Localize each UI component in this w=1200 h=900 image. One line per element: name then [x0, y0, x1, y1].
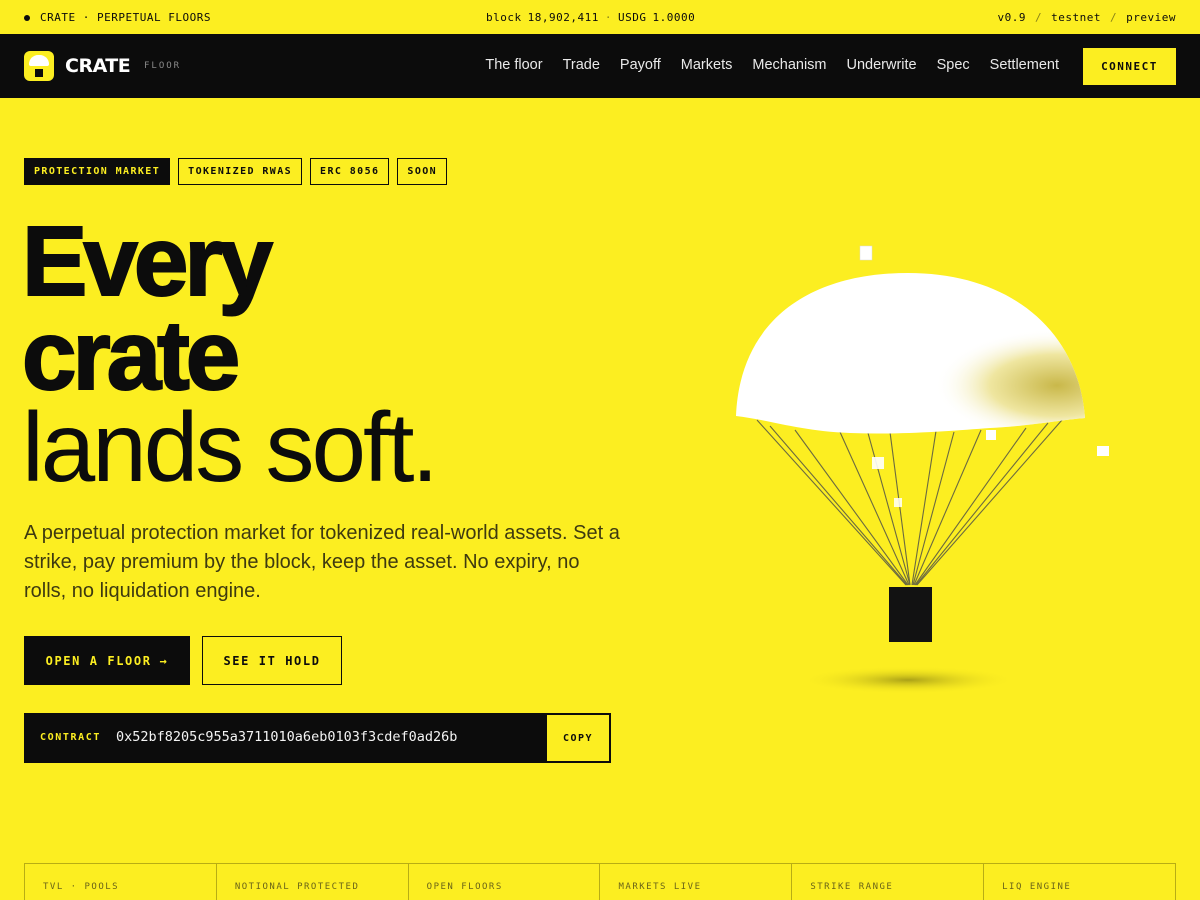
stat-liq-engine: LIQ ENGINE: [984, 864, 1176, 900]
crate-logo-icon[interactable]: [24, 51, 54, 81]
tag-tokenized-rwas: TOKENIZED RWAS: [178, 158, 303, 185]
version-label: v0.9: [997, 11, 1027, 24]
ticker-left: CRATE · PERPETUAL FLOORS: [24, 11, 211, 24]
nav-link-markets[interactable]: Markets: [681, 57, 733, 73]
nav-link-the-floor[interactable]: The floor: [485, 57, 542, 73]
tag-erc: ERC 8056: [310, 158, 390, 185]
tag-protection-market: PROTECTION MARKET: [24, 158, 171, 185]
stat-notional-protected: NOTIONAL PROTECTED: [217, 864, 409, 900]
brand-name[interactable]: CRATE: [65, 55, 131, 77]
usdg-value: 1.0000: [652, 11, 696, 24]
nav-link-mechanism[interactable]: Mechanism: [752, 57, 826, 73]
hero-description: A perpetual protection market for tokeni…: [24, 522, 620, 602]
main-nav: The floor Trade Payoff Markets Mechanism…: [485, 57, 1059, 73]
nav-link-underwrite[interactable]: Underwrite: [847, 57, 917, 73]
ticker-title: CRATE · PERPETUAL FLOORS: [40, 11, 211, 24]
stat-open-floors: OPEN FLOORS: [409, 864, 601, 900]
stat-strike-range: STRIKE RANGE: [792, 864, 985, 900]
hero-title-line-2: crate: [21, 300, 241, 410]
contract-address-bar: CONTRACT 0x52bf8205c955a3711010a6eb0103f…: [24, 713, 611, 763]
contract-label: CONTRACT: [40, 732, 101, 743]
nav-link-settlement[interactable]: Settlement: [990, 57, 1059, 73]
parachute-illustration: [700, 230, 1140, 710]
stats-strip: TVL · POOLS NOTIONAL PROTECTED OPEN FLOO…: [24, 863, 1176, 900]
tag-soon: SOON: [397, 158, 448, 185]
arrow-right-icon: →: [159, 653, 169, 668]
block-value: 18,902,411: [527, 11, 599, 24]
crate-box-icon: [35, 69, 43, 77]
hero-title-line-1: Every: [21, 206, 274, 316]
nav-link-trade[interactable]: Trade: [563, 57, 600, 73]
hero-tags: PROTECTION MARKET TOKENIZED RWAS ERC 805…: [24, 158, 448, 185]
live-dot-icon: [24, 14, 30, 21]
nav-link-spec[interactable]: Spec: [937, 57, 970, 73]
connect-button[interactable]: CONNECT: [1083, 48, 1176, 85]
stat-tvl-pools: TVL · POOLS: [25, 864, 217, 900]
see-it-hold-button[interactable]: SEE IT HOLD: [202, 636, 342, 685]
block-label: block: [486, 11, 522, 24]
ticker-center: block 18,902,411 · USDG 1.0000: [486, 11, 695, 24]
copy-button[interactable]: COPY: [547, 715, 609, 761]
open-floor-label: OPEN A FLOOR: [45, 653, 152, 668]
mode-label: preview: [1126, 11, 1176, 24]
hero-title-line-3: lands soft.: [22, 392, 439, 502]
ticker-separator: ·: [604, 11, 612, 24]
ticker-right: v0.9 / testnet / preview: [998, 11, 1176, 24]
parachute-icon: [736, 245, 1109, 694]
stat-markets-live: MARKETS LIVE: [600, 864, 793, 900]
ticker-bar: CRATE · PERPETUAL FLOORS block 18,902,41…: [0, 0, 1200, 35]
network-label: testnet: [1051, 11, 1102, 24]
ticker-slash: /: [1035, 11, 1043, 24]
usdg-label: USDG: [617, 11, 647, 24]
contract-address[interactable]: 0x52bf8205c955a3711010a6eb0103f3cdef0ad2…: [116, 729, 457, 745]
top-navbar: CRATE FLOOR The floor Trade Payoff Marke…: [0, 35, 1200, 98]
brand-subtitle: FLOOR: [144, 61, 182, 71]
open-floor-button[interactable]: OPEN A FLOOR →: [24, 636, 190, 685]
parachute-cap-icon: [29, 55, 49, 66]
ticker-slash: /: [1110, 11, 1118, 24]
nav-link-payoff[interactable]: Payoff: [620, 57, 661, 73]
